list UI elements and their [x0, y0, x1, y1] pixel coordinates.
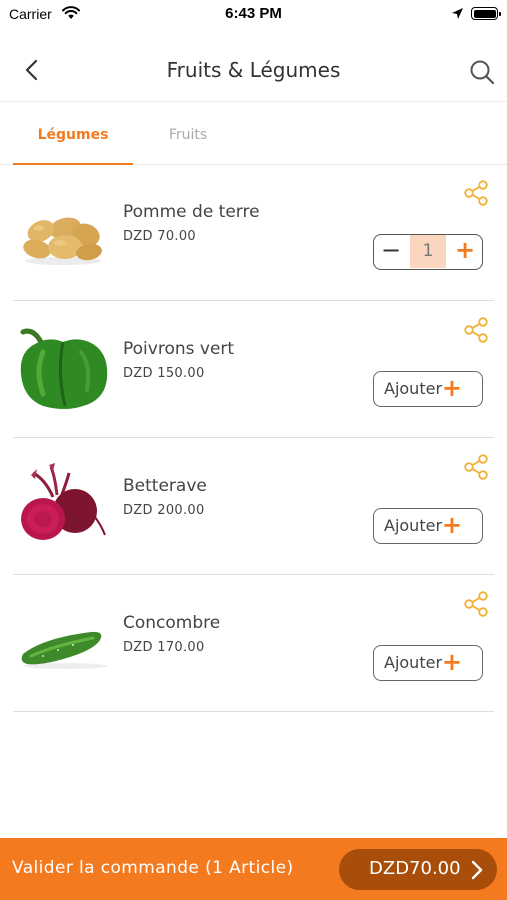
- decrement-button[interactable]: −: [374, 235, 408, 268]
- tab-fruits[interactable]: Fruits: [148, 103, 228, 165]
- chevron-right-icon: [471, 860, 483, 880]
- add-button-label: Ajouter: [384, 516, 443, 535]
- share-icon: [464, 180, 488, 206]
- checkout-bar[interactable]: Valider la commande (1 Article) DZD70.00: [0, 838, 507, 900]
- battery-icon: [471, 7, 501, 20]
- plus-icon: +: [441, 648, 462, 676]
- share-icon: [464, 317, 488, 343]
- product-name: Concombre: [123, 613, 221, 633]
- share-button[interactable]: [462, 179, 490, 207]
- product-item[interactable]: Pomme de terre DZD 70.00 − 1 +: [13, 165, 494, 301]
- product-image-green-pepper: [13, 302, 113, 438]
- product-image-potatoes: [13, 165, 113, 301]
- add-to-cart-button[interactable]: Ajouter +: [373, 645, 483, 681]
- share-icon: [464, 591, 488, 617]
- location-arrow-icon: [452, 8, 463, 19]
- add-button-label: Ajouter: [384, 379, 443, 398]
- order-total: DZD70.00: [369, 858, 461, 879]
- share-button[interactable]: [462, 316, 490, 344]
- plus-icon: +: [441, 374, 462, 402]
- category-tabs: Légumes Fruits: [0, 103, 507, 165]
- share-button[interactable]: [462, 590, 490, 618]
- product-price: DZD 70.00: [123, 229, 196, 244]
- share-button[interactable]: [462, 453, 490, 481]
- product-image-beetroot: [13, 439, 113, 575]
- add-to-cart-button[interactable]: Ajouter +: [373, 371, 483, 407]
- product-item[interactable]: Betterave DZD 200.00 Ajouter +: [13, 439, 494, 575]
- quantity-stepper: − 1 +: [373, 234, 483, 270]
- increment-button[interactable]: +: [448, 235, 482, 268]
- product-item[interactable]: Poivrons vert DZD 150.00 Ajouter +: [13, 302, 494, 438]
- product-price: DZD 150.00: [123, 366, 205, 381]
- status-time: 6:43 PM: [225, 5, 282, 22]
- tab-legumes[interactable]: Légumes: [13, 103, 133, 165]
- share-icon: [464, 454, 488, 480]
- checkout-label: Valider la commande (1 Article): [12, 858, 294, 878]
- product-item[interactable]: Concombre DZD 170.00 Ajouter +: [13, 576, 494, 712]
- product-name: Poivrons vert: [123, 339, 235, 359]
- product-price: DZD 200.00: [123, 503, 205, 518]
- plus-icon: +: [441, 511, 462, 539]
- product-image-cucumber: [13, 576, 113, 712]
- product-name: Pomme de terre: [123, 202, 260, 222]
- add-button-label: Ajouter: [384, 653, 443, 672]
- search-button[interactable]: [468, 58, 496, 86]
- search-icon: [470, 60, 495, 85]
- status-bar: Carrier 6:43 PM: [0, 0, 507, 30]
- nav-bar: Fruits & Légumes: [0, 40, 507, 102]
- checkout-total-button[interactable]: DZD70.00: [339, 849, 497, 890]
- page-title: Fruits & Légumes: [166, 58, 341, 82]
- add-to-cart-button[interactable]: Ajouter +: [373, 508, 483, 544]
- product-price: DZD 170.00: [123, 640, 205, 655]
- quantity-value: 1: [410, 235, 446, 268]
- product-name: Betterave: [123, 476, 207, 496]
